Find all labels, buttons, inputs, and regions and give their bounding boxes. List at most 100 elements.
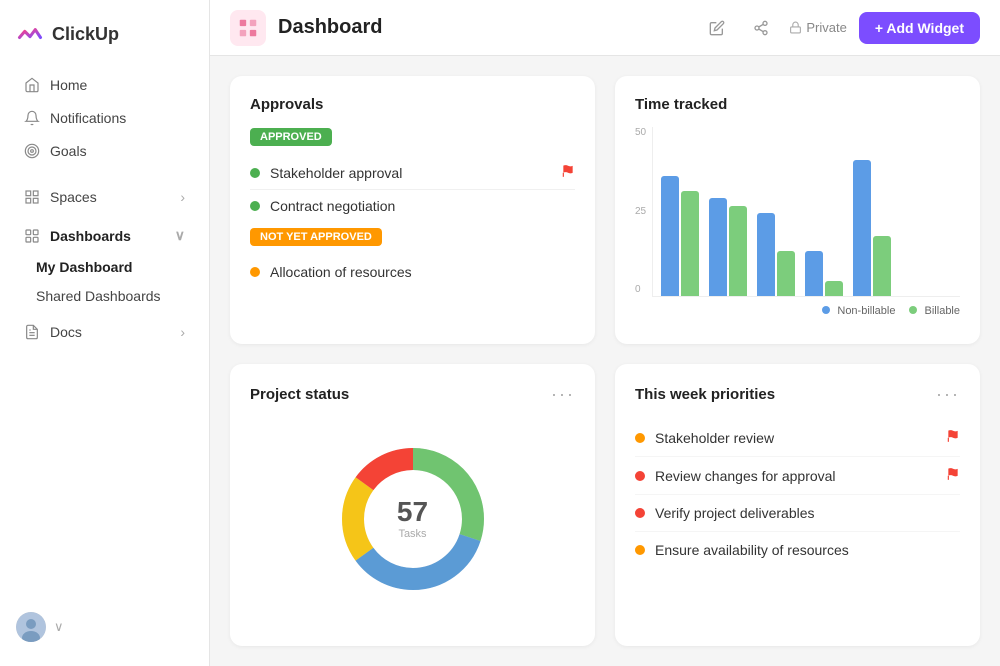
- page-title: Dashboard: [278, 16, 689, 39]
- priority-item-1: Review changes for approval: [635, 457, 960, 495]
- docs-icon: [24, 324, 40, 340]
- share-button[interactable]: [745, 12, 777, 44]
- spaces-chevron: ›: [180, 189, 185, 205]
- sidebar-item-my-dashboard[interactable]: My Dashboard: [8, 253, 201, 281]
- priorities-title: This week priorities: [635, 386, 775, 403]
- dot-orange-1: [250, 267, 260, 277]
- approved-badge: APPROVED: [250, 128, 332, 146]
- sidebar-item-dashboards[interactable]: Dashboards ∨: [8, 219, 201, 252]
- sidebar-nav: Home Notifications Goals: [0, 64, 209, 172]
- sidebar-item-home[interactable]: Home: [8, 69, 201, 101]
- sidebar-item-notifications[interactable]: Notifications: [8, 102, 201, 134]
- approval-item-contract: Contract negotiation: [250, 190, 575, 222]
- approved-items: Stakeholder approval Contract negotiatio…: [250, 156, 575, 222]
- docs-chevron: ›: [180, 324, 185, 340]
- home-label: Home: [50, 77, 87, 93]
- contract-label: Contract negotiation: [270, 198, 395, 214]
- dot-green-2: [250, 201, 260, 211]
- bar-green-3: [777, 251, 795, 296]
- priority-dot-3: [635, 545, 645, 555]
- donut-wrapper: 57 Tasks: [250, 419, 575, 619]
- user-avatar[interactable]: [16, 612, 46, 642]
- approvals-card: Approvals APPROVED Stakeholder approval …: [230, 76, 595, 344]
- priority-label-2: Verify project deliverables: [655, 505, 815, 521]
- chart-container: 50 25 0: [635, 127, 960, 297]
- approval-item-stakeholder: Stakeholder approval: [250, 156, 575, 190]
- bar-blue-3: [757, 213, 775, 296]
- bar-group-4: [805, 251, 843, 296]
- spaces-label: Spaces: [50, 189, 97, 205]
- legend-dot-green: [909, 306, 917, 314]
- time-tracked-card: Time tracked 50 25 0: [615, 76, 980, 344]
- not-approved-badge: NOT YET APPROVED: [250, 228, 382, 246]
- flag-red-icon: [561, 164, 575, 178]
- project-status-header: Project status ···: [250, 384, 575, 405]
- bar-group-1: [661, 176, 699, 296]
- sidebar-item-docs[interactable]: Docs ›: [8, 316, 201, 348]
- priority-dot-2: [635, 508, 645, 518]
- sidebar-item-goals[interactable]: Goals: [8, 135, 201, 167]
- bar-green-4: [825, 281, 843, 296]
- notifications-label: Notifications: [50, 110, 126, 126]
- logo-area: ClickUp: [0, 12, 209, 64]
- project-status-title: Project status: [250, 386, 349, 403]
- bar-blue-1: [661, 176, 679, 296]
- share-icon: [753, 20, 769, 36]
- project-status-more-button[interactable]: ···: [551, 384, 575, 405]
- priority-items-list: Stakeholder review Review changes for ap…: [635, 419, 960, 568]
- priority-label-1: Review changes for approval: [655, 468, 836, 484]
- spaces-section: Spaces ›: [0, 180, 209, 214]
- bar-blue-2: [709, 198, 727, 296]
- dashboards-label: Dashboards: [50, 228, 131, 244]
- app-name: ClickUp: [52, 24, 119, 45]
- priorities-header: This week priorities ···: [635, 384, 960, 405]
- priorities-card: This week priorities ··· Stakeholder rev…: [615, 364, 980, 646]
- edit-button[interactable]: [701, 12, 733, 44]
- legend-non-billable: Non-billable: [822, 305, 895, 317]
- bar-green-5: [873, 236, 891, 296]
- dashboard-grid-icon: [237, 17, 259, 39]
- donut-label: Tasks: [397, 528, 428, 540]
- donut-text: 57 Tasks: [397, 498, 428, 540]
- donut-number: 57: [397, 498, 428, 526]
- priority-item-2: Verify project deliverables: [635, 495, 960, 532]
- priority-flag-0: [946, 429, 960, 446]
- add-widget-button[interactable]: + Add Widget: [859, 12, 980, 44]
- home-icon: [24, 77, 40, 93]
- priority-dot-1: [635, 471, 645, 481]
- page-header: Dashboard Private + Add Widget: [210, 0, 1000, 56]
- bell-icon: [24, 110, 40, 126]
- time-tracked-title: Time tracked: [635, 96, 960, 113]
- priority-label-0: Stakeholder review: [655, 430, 774, 446]
- priority-dot-0: [635, 433, 645, 443]
- avatar-img: [16, 612, 46, 642]
- bar-green-2: [729, 206, 747, 296]
- sidebar-item-spaces[interactable]: Spaces ›: [8, 181, 201, 213]
- priority-item-3: Ensure availability of resources: [635, 532, 960, 568]
- stakeholder-approval-label: Stakeholder approval: [270, 165, 402, 181]
- chart-legend: Non-billable Billable: [635, 305, 960, 317]
- y-axis-labels: 50 25 0: [635, 127, 652, 297]
- flag-red-icon-1: [946, 467, 960, 481]
- approvals-title: Approvals: [250, 96, 575, 113]
- approval-item-allocation: Allocation of resources: [250, 256, 575, 288]
- project-status-card: Project status ···: [230, 364, 595, 646]
- priority-item-0: Stakeholder review: [635, 419, 960, 457]
- dashboards-section: Dashboards ∨ My Dashboard Shared Dashboa…: [0, 218, 209, 311]
- spaces-icon: [24, 189, 40, 205]
- flag-red-icon-0: [946, 429, 960, 443]
- user-menu-chevron[interactable]: ∨: [54, 619, 64, 635]
- bar-blue-5: [853, 160, 871, 296]
- priority-label-3: Ensure availability of resources: [655, 542, 849, 558]
- not-approved-items: Allocation of resources: [250, 256, 575, 288]
- dot-green-1: [250, 168, 260, 178]
- privacy-label: Private: [806, 20, 846, 35]
- priorities-more-button[interactable]: ···: [936, 384, 960, 405]
- bar-group-5: [853, 160, 891, 296]
- bar-green-1: [681, 191, 699, 296]
- sidebar-item-shared-dashboards[interactable]: Shared Dashboards: [8, 282, 201, 310]
- allocation-label: Allocation of resources: [270, 264, 412, 280]
- bar-chart: [652, 127, 960, 297]
- docs-label: Docs: [50, 324, 82, 340]
- goals-label: Goals: [50, 143, 87, 159]
